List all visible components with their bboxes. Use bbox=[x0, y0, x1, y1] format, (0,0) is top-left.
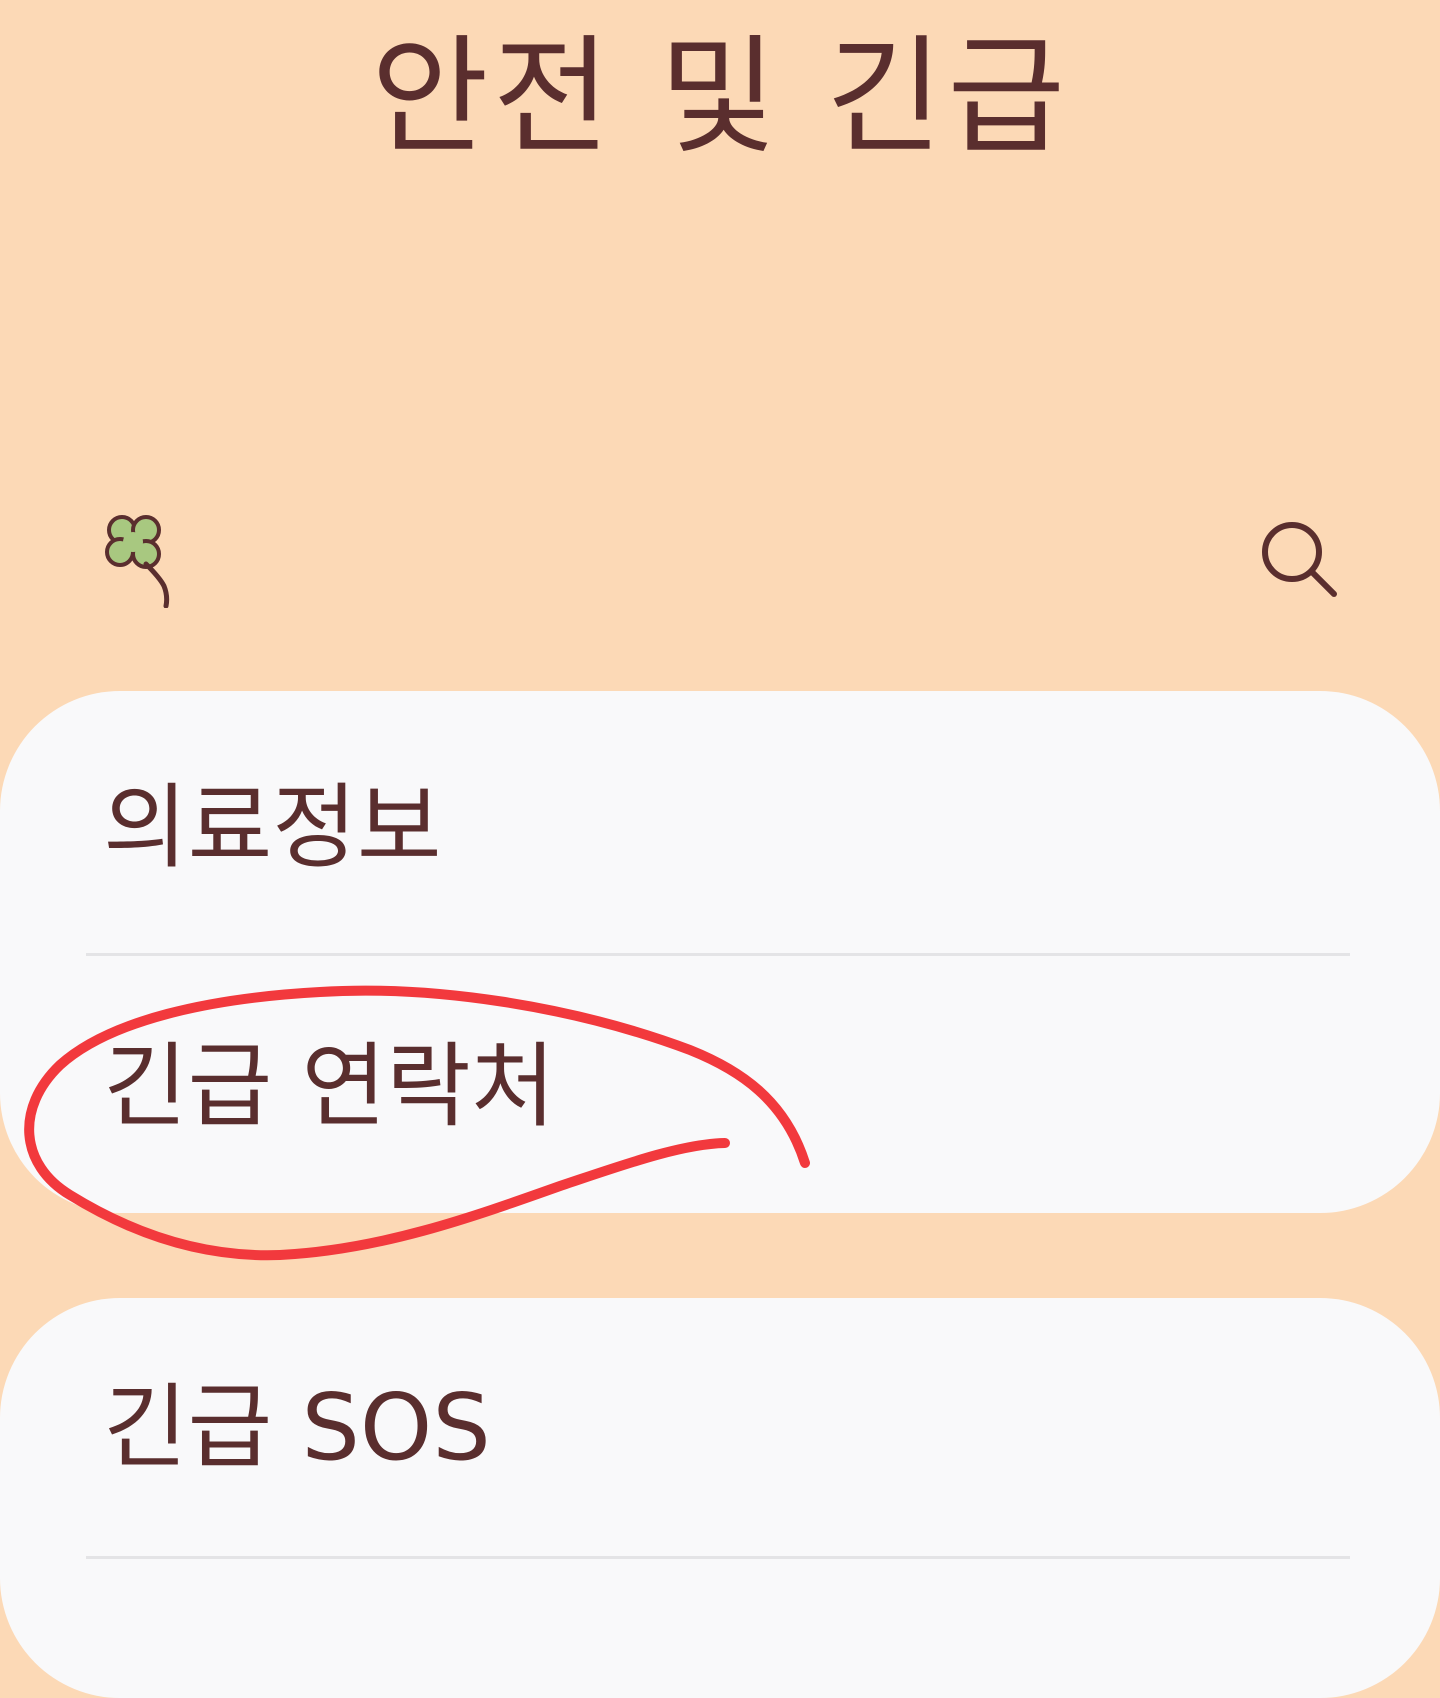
search-icon bbox=[1262, 522, 1337, 597]
list-item-emergency-contacts[interactable]: 긴급 연락처 bbox=[0, 956, 1440, 1213]
settings-card-sos: 긴급 SOS bbox=[0, 1298, 1440, 1698]
list-item-label: 긴급 SOS bbox=[103, 1374, 491, 1481]
page-title: 안전 및 긴급 bbox=[370, 23, 1070, 172]
toolbar bbox=[0, 500, 1440, 610]
search-button[interactable] bbox=[1250, 514, 1346, 602]
list-item-label: 의료정보 bbox=[103, 774, 442, 881]
divider bbox=[86, 1556, 1350, 1559]
settings-card-info: 의료정보 긴급 연락처 bbox=[0, 691, 1440, 1213]
clover-icon bbox=[96, 508, 178, 609]
list-item-emergency-sos[interactable]: 긴급 SOS bbox=[0, 1298, 1440, 1558]
list-item-medical-info[interactable]: 의료정보 bbox=[0, 691, 1440, 951]
list-item-label: 긴급 연락처 bbox=[103, 1033, 556, 1140]
